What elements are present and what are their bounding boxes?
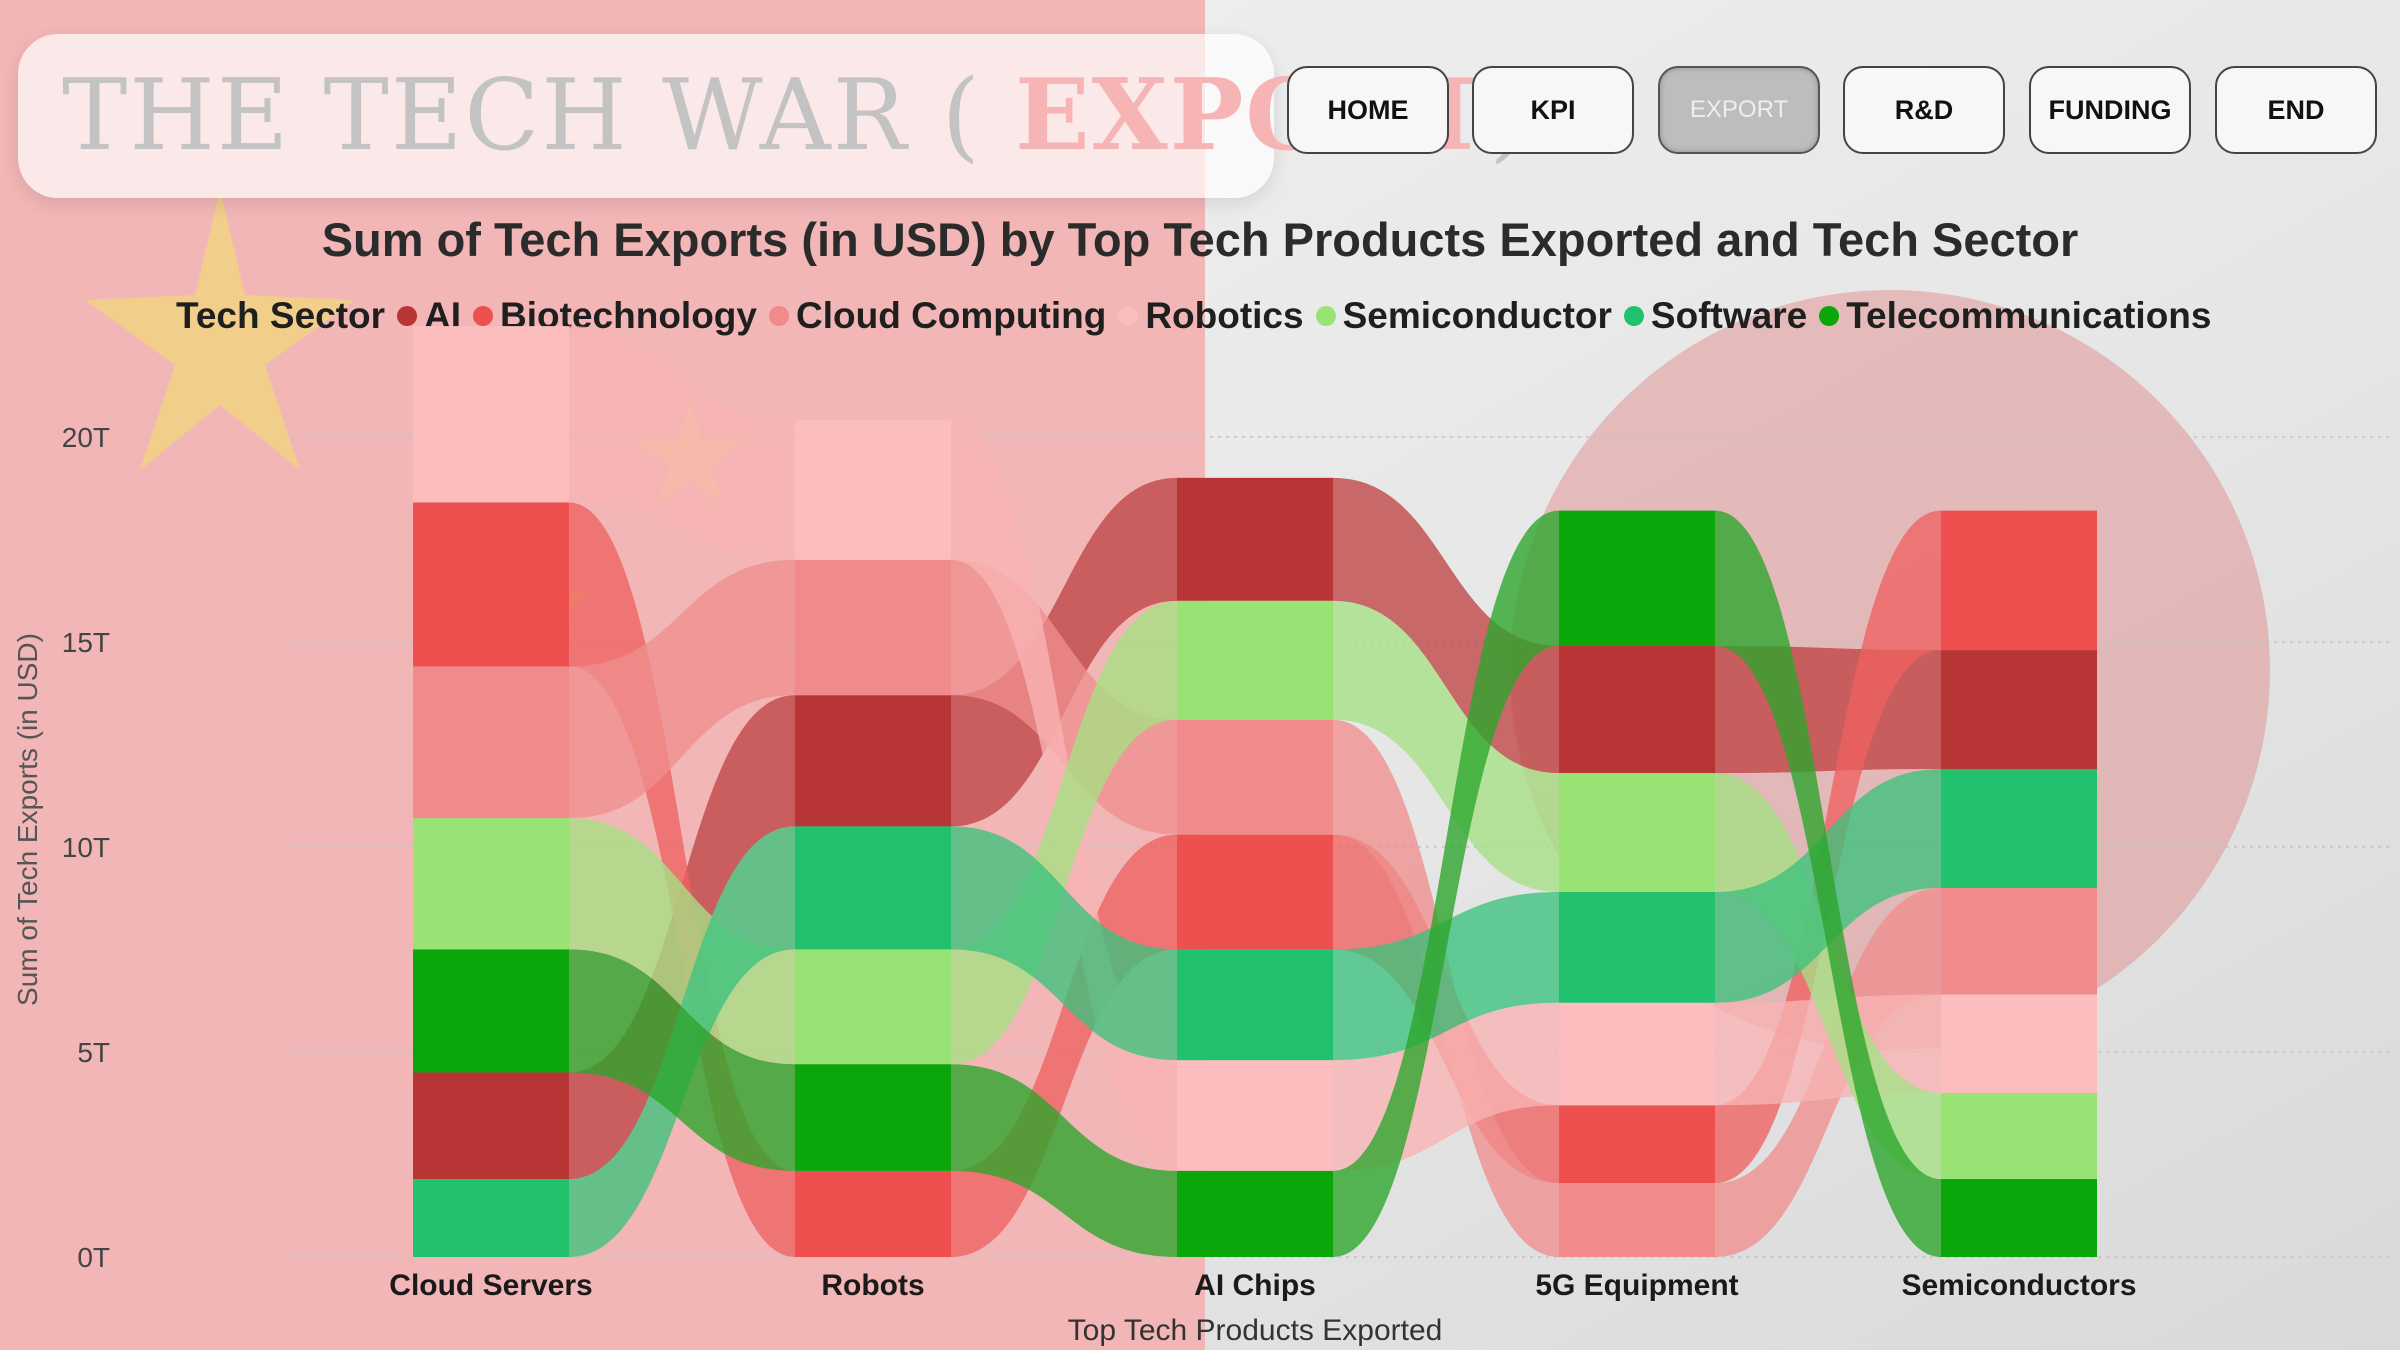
bar-segment-semiconductor: [413, 818, 569, 950]
x-category-label: Robots: [821, 1269, 924, 1302]
bar-segment-ai: [413, 1072, 569, 1180]
bar-segment-robotics: [413, 326, 569, 503]
x-axis-title: Top Tech Products Exported: [1068, 1314, 1443, 1347]
ribbon-chart: 0T 5T 10T 15T 20T Cloud Servers Robots AI Chips…: [12, 326, 2390, 1347]
bar-segment-software: [1177, 949, 1333, 1061]
bar-segment-ai: [795, 695, 951, 827]
bar-segment-semiconductor: [795, 949, 951, 1065]
x-category-label: 5G Equipment: [1535, 1269, 1738, 1302]
y-tick-label: 20T: [62, 422, 110, 453]
bar-segment-ai: [1941, 650, 2097, 769]
y-tick-label: 5T: [77, 1037, 110, 1068]
bar-segment-robotics: [1559, 1002, 1715, 1106]
bar-segment-cloud-computing: [795, 559, 951, 696]
bar-segment-biotechnology: [413, 502, 569, 667]
bar-segment-cloud-computing: [413, 666, 569, 819]
bar-segment-robotics: [1177, 1060, 1333, 1171]
bar-segment-biotechnology: [795, 1170, 951, 1257]
bar-segment-ai: [1177, 477, 1333, 601]
bar-segment-cloud-computing: [1559, 1183, 1715, 1257]
bar-segment-software: [795, 826, 951, 950]
bar-segment-biotechnology: [1177, 834, 1333, 950]
bar-segment-semiconductor: [1559, 773, 1715, 893]
bar-segment-cloud-computing: [1177, 719, 1333, 835]
y-tick-label: 10T: [62, 832, 110, 863]
x-category-label: Semiconductors: [1901, 1269, 2136, 1302]
x-category-label: Cloud Servers: [389, 1269, 592, 1302]
bar-segment-telecommunications: [413, 949, 569, 1073]
bar-segment-telecommunications: [1559, 510, 1715, 646]
y-tick-label: 0T: [77, 1242, 110, 1273]
bar-segment-software: [1941, 768, 2097, 888]
bar-segment-biotechnology: [1941, 510, 2097, 651]
bar-segment-robotics: [795, 420, 951, 560]
bar-segment-telecommunications: [795, 1064, 951, 1171]
ribbon-robotics: [569, 326, 795, 560]
bar-segment-robotics: [1941, 994, 2097, 1093]
bar-segment-semiconductor: [1177, 600, 1333, 720]
bar-segment-software: [1559, 892, 1715, 1003]
bar-segment-software: [413, 1179, 569, 1257]
bar-segment-ai: [1559, 645, 1715, 774]
bar-segment-telecommunications: [1177, 1170, 1333, 1257]
x-category-label: AI Chips: [1194, 1269, 1316, 1302]
y-axis-title: Sum of Tech Exports (in USD): [12, 633, 43, 1006]
bar-segment-semiconductor: [1941, 1092, 2097, 1180]
y-tick-label: 15T: [62, 627, 110, 658]
bar-segment-biotechnology: [1559, 1105, 1715, 1184]
bar-segment-cloud-computing: [1941, 887, 2097, 995]
bar-segment-telecommunications: [1941, 1179, 2097, 1257]
